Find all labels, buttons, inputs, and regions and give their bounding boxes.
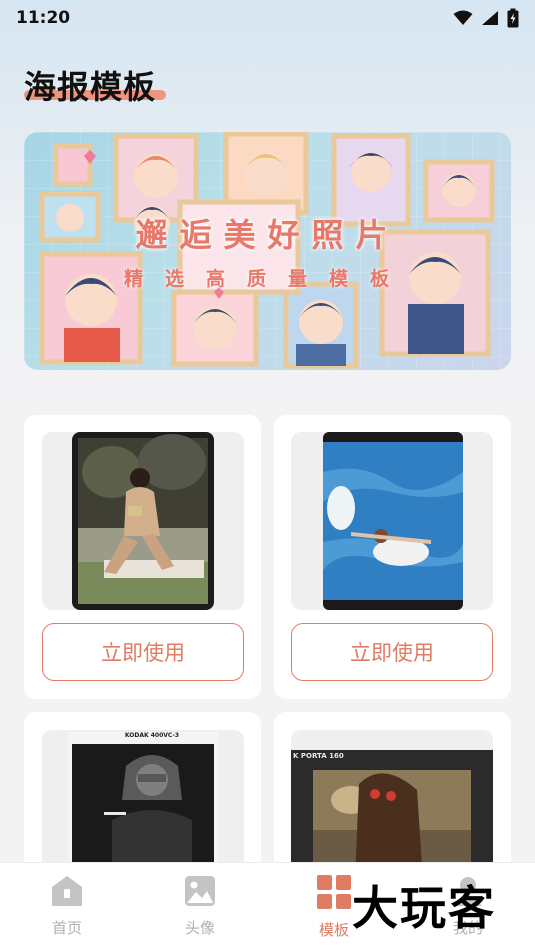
template-thumbnail-image <box>72 432 214 610</box>
watermark: 大玩客 <box>352 881 496 935</box>
banner-title: 邂逅美好照片 <box>135 216 400 254</box>
wifi-icon <box>453 10 473 25</box>
template-card[interactable]: 立即使用 <box>24 415 261 699</box>
template-thumbnail-frame: K PORTA 160 <box>291 730 493 880</box>
template-card[interactable]: KODAK 400VC-3 <box>24 712 261 882</box>
grid-icon <box>317 875 351 909</box>
tab-avatar[interactable]: 头像 <box>160 875 240 938</box>
screen: 11:20 海报模板 邂逅美好照片 精选高质量模板 立即使用 立即使用 KODA… <box>0 0 535 951</box>
use-now-button[interactable]: 立即使用 <box>42 623 244 681</box>
film-label: KODAK 400VC-3 <box>124 732 180 739</box>
tab-home[interactable]: 首页 <box>27 875 107 938</box>
battery-icon <box>507 8 519 28</box>
banner[interactable]: 邂逅美好照片 精选高质量模板 <box>24 132 511 370</box>
banner-subtitle: 精选高质量模板 <box>123 268 411 290</box>
template-thumbnail-image <box>68 732 218 880</box>
film-label: K PORTA 160 <box>293 752 344 760</box>
image-icon <box>185 876 215 906</box>
use-now-button[interactable]: 立即使用 <box>291 623 493 681</box>
template-card[interactable]: 立即使用 <box>274 415 511 699</box>
home-icon <box>52 876 82 906</box>
template-thumbnail-frame: KODAK 400VC-3 <box>42 730 244 880</box>
page-title: 海报模板 <box>24 68 157 106</box>
template-thumbnail-image <box>323 432 463 610</box>
tab-label: 头像 <box>184 919 215 937</box>
template-thumbnail-frame <box>291 432 493 610</box>
tab-label: 首页 <box>51 919 82 937</box>
status-bar: 11:20 <box>0 0 535 36</box>
signal-icon <box>482 11 498 25</box>
template-thumbnail-frame <box>42 432 244 610</box>
status-time: 11:20 <box>16 8 71 28</box>
template-card[interactable]: K PORTA 160 <box>274 712 511 882</box>
status-icons <box>453 8 519 28</box>
